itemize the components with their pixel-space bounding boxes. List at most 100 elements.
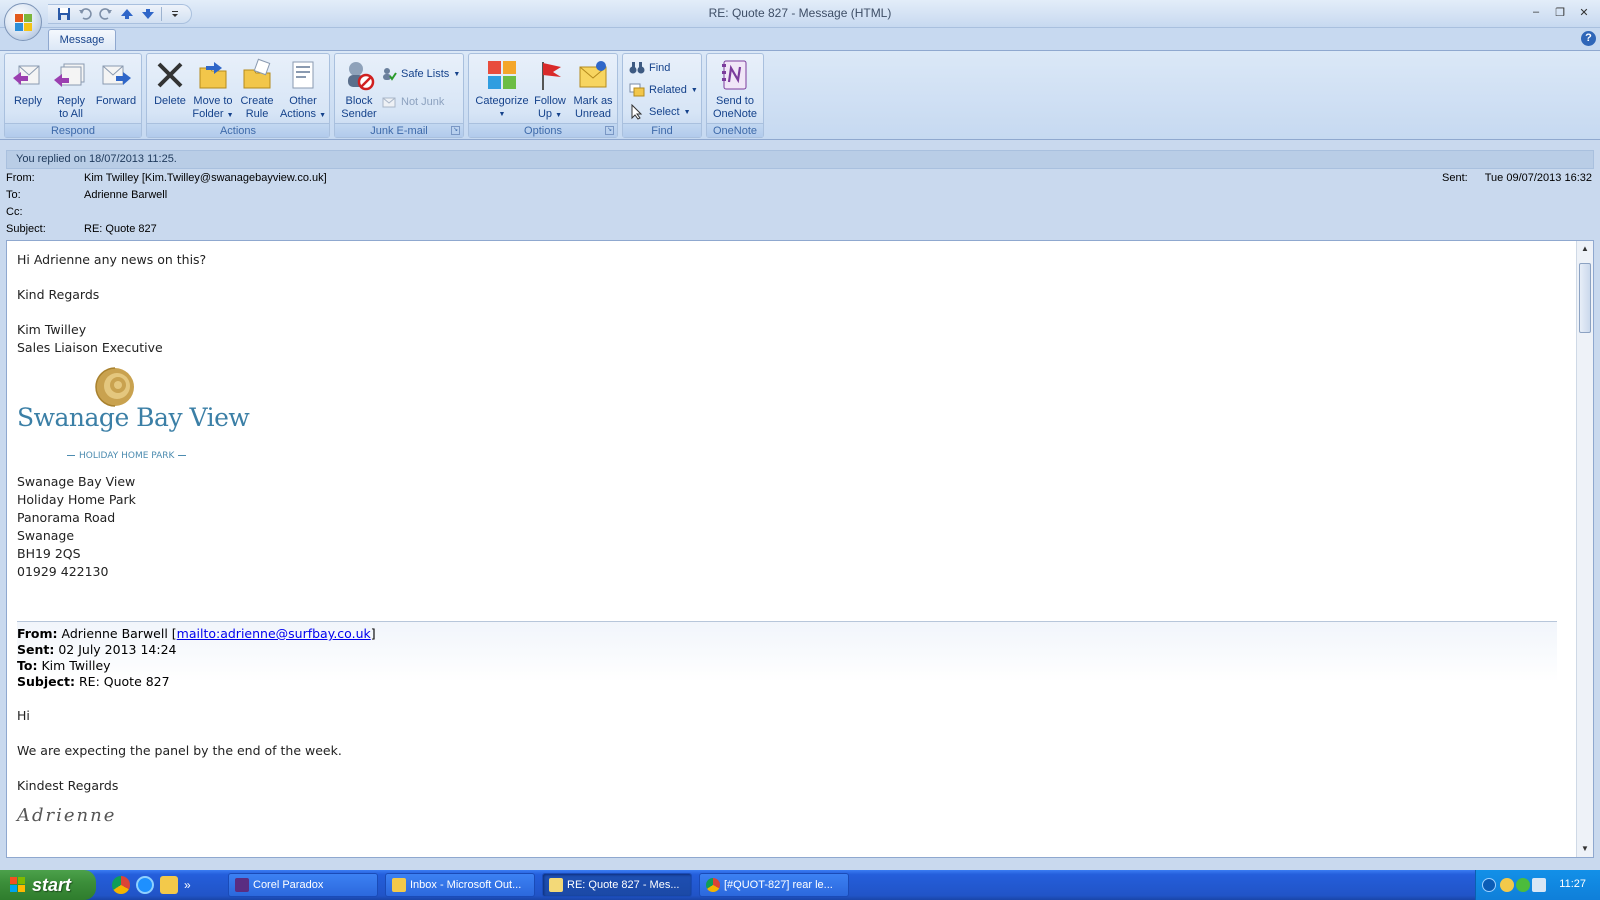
ribbon-tab-row: Message ? (0, 28, 1600, 51)
scroll-up-arrow-icon[interactable]: ▲ (1577, 241, 1593, 257)
group-actions: Delete Move to Folder ▼ Create Rule Othe… (146, 53, 330, 138)
not-junk-icon (381, 94, 397, 110)
clock[interactable]: 11:27 (1559, 878, 1586, 890)
logo-wordmark: Swanage Bay View (17, 403, 250, 432)
delete-button[interactable]: Delete (151, 56, 189, 122)
tray-outlook-icon[interactable] (1500, 878, 1514, 892)
reply-info-bar[interactable]: You replied on 18/07/2013 11:25. (6, 150, 1594, 169)
sent-label: Sent: (1442, 172, 1468, 184)
reply-button[interactable]: Reply (9, 56, 47, 122)
chrome-icon (706, 878, 720, 892)
group-label-find: Find (623, 123, 701, 137)
tray-expand-icon[interactable] (1482, 878, 1496, 892)
address-line: Panorama Road (17, 510, 116, 525)
tray-display-icon[interactable] (1532, 878, 1546, 892)
vertical-scrollbar[interactable]: ▲ ▼ (1576, 241, 1593, 857)
group-label-actions: Actions (147, 123, 329, 137)
title-bar: RE: Quote 827 - Message (HTML) – ❐ ✕ (0, 0, 1600, 28)
forward-icon (99, 58, 133, 92)
regards-text: Kind Regards (17, 287, 100, 302)
company-address: Swanage Bay View Holiday Home Park Panor… (17, 473, 1567, 581)
safe-lists-icon (381, 66, 397, 82)
signature-name: Kim Twilley (17, 322, 87, 337)
safe-lists-button[interactable]: Safe Lists ▼ (381, 64, 460, 84)
group-respond: Reply Reply to All Forward Respond (4, 53, 142, 138)
company-logo: Swanage Bay View HOLIDAY HOME PARK (17, 365, 250, 465)
quick-launch: » (112, 876, 191, 894)
chrome-icon[interactable] (112, 876, 130, 894)
move-to-folder-button[interactable]: Move to Folder ▼ (191, 56, 235, 122)
message-body[interactable]: Hi Adrienne any news on this? Kind Regar… (6, 240, 1594, 858)
internet-explorer-icon[interactable] (136, 876, 154, 894)
tab-message[interactable]: Message (48, 29, 116, 51)
tray-network-icon[interactable] (1516, 878, 1530, 892)
start-button[interactable]: start (0, 870, 96, 900)
quoted-subject: Subject: RE: Quote 827 (17, 674, 170, 689)
address-line: Holiday Home Park (17, 492, 136, 507)
handwritten-signature: Adrienne (17, 805, 117, 826)
block-sender-icon (342, 58, 376, 92)
message-envelope-icon (549, 878, 563, 892)
quoted-from: From: Adrienne Barwell [mailto:adrienne@… (17, 626, 376, 641)
signature-title: Sales Liaison Executive (17, 340, 163, 355)
quoted-message: From: Adrienne Barwell [mailto:adrienne@… (17, 621, 1557, 825)
sent-value: Tue 09/07/2013 16:32 (1484, 172, 1592, 184)
to-label: To: (6, 189, 21, 201)
phone-number: 01929 422130 (17, 564, 109, 579)
categorize-button[interactable]: Categorize ▼ (473, 56, 531, 122)
taskbar-item-inbox[interactable]: Inbox - Microsoft Out... (385, 873, 535, 897)
block-sender-button[interactable]: Block Sender (339, 56, 379, 122)
mark-as-unread-button[interactable]: Mark as Unread (571, 56, 615, 122)
group-options: Categorize ▼ Follow Up ▼ Mark as Unread … (468, 53, 618, 138)
select-button[interactable]: Select ▼ (629, 102, 691, 122)
forward-button[interactable]: Forward (93, 56, 139, 122)
help-icon[interactable]: ? (1581, 31, 1596, 46)
taskbar-item-re-quote-827[interactable]: RE: Quote 827 - Mes... (542, 873, 692, 897)
office-button[interactable] (4, 3, 42, 41)
send-to-onenote-button[interactable]: Send to OneNote (709, 56, 761, 122)
subject-value: RE: Quote 827 (84, 223, 157, 235)
greeting-text: Hi Adrienne any news on this? (17, 252, 207, 267)
options-dialog-launcher-icon[interactable]: ↘ (605, 126, 614, 135)
from-label: From: (6, 172, 35, 184)
group-label-onenote: OneNote (707, 123, 763, 137)
minimize-button[interactable]: – (1526, 4, 1546, 20)
restore-button[interactable]: ❐ (1550, 4, 1570, 20)
logo-subtitle: HOLIDAY HOME PARK (63, 447, 190, 465)
follow-up-flag-icon (533, 58, 567, 92)
quoted-line-panel: We are expecting the panel by the end of… (17, 743, 342, 758)
create-rule-icon (240, 58, 274, 92)
folder-move-icon (196, 58, 230, 92)
to-value[interactable]: Adrienne Barwell (84, 189, 167, 201)
reply-all-button[interactable]: Reply to All (51, 56, 91, 122)
paradox-icon (235, 878, 249, 892)
reply-all-icon (54, 58, 88, 92)
windows-flag-icon (10, 877, 26, 893)
more-quicklaunch-icon[interactable]: » (184, 878, 191, 892)
find-button[interactable]: Find (629, 58, 670, 78)
junk-email-dialog-launcher-icon[interactable]: ↘ (451, 126, 460, 135)
create-rule-button[interactable]: Create Rule (237, 56, 277, 122)
subject-label: Subject: (6, 223, 46, 235)
other-actions-icon (286, 58, 320, 92)
quoted-to: To: Kim Twilley (17, 658, 111, 673)
from-value[interactable]: Kim Twilley [Kim.Twilley@swanagebayview.… (84, 172, 327, 184)
follow-up-button[interactable]: Follow Up ▼ (531, 56, 569, 122)
scroll-down-arrow-icon[interactable]: ▼ (1577, 841, 1593, 857)
mailto-link[interactable]: mailto:adrienne@surfbay.co.uk (177, 626, 371, 641)
outlook-envelope-icon[interactable] (160, 876, 178, 894)
taskbar-item-quot-827[interactable]: [#QUOT-827] rear le... (699, 873, 849, 897)
group-label-junk-email: Junk E-mail (335, 123, 463, 137)
not-junk-button[interactable]: Not Junk (381, 92, 444, 112)
related-button[interactable]: Related ▼ (629, 80, 698, 100)
window-title: RE: Quote 827 - Message (HTML) (708, 6, 892, 20)
binoculars-icon (629, 60, 645, 76)
close-button[interactable]: ✕ (1574, 4, 1594, 20)
scroll-thumb[interactable] (1579, 263, 1591, 333)
onenote-icon (718, 58, 752, 92)
taskbar-item-corel-paradox[interactable]: Corel Paradox (228, 873, 378, 897)
quoted-line-regards: Kindest Regards (17, 778, 119, 793)
related-messages-icon (629, 82, 645, 98)
group-junk-email: Block Sender Safe Lists ▼ Not Junk Junk E… (334, 53, 464, 138)
other-actions-button[interactable]: Other Actions ▼ (279, 56, 327, 122)
